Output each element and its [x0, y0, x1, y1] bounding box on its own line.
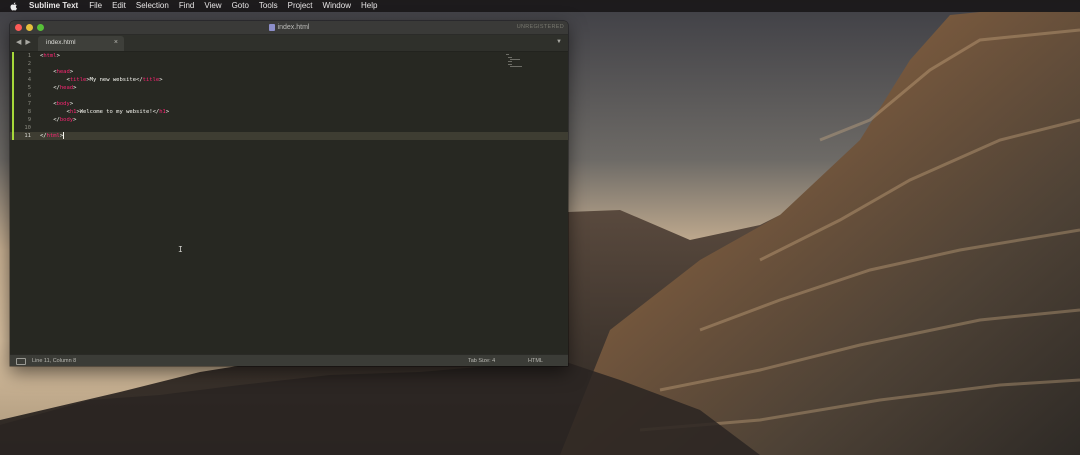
menu-tools[interactable]: Tools [259, 0, 278, 12]
modified-line-marker [12, 132, 14, 140]
window-titlebar[interactable]: index.html UNREGISTERED [10, 21, 568, 35]
editor-window: index.html UNREGISTERED ◀ ▶ index.html ×… [10, 21, 568, 366]
unregistered-label: UNREGISTERED [516, 24, 564, 30]
syntax-selector[interactable]: HTML [528, 355, 543, 366]
modified-line-marker [12, 124, 14, 132]
status-bar: Line 11, Column 8 Tab Size: 4 HTML [10, 354, 568, 366]
code-line[interactable]: <body> [40, 100, 169, 108]
tab-menu-chevron-down-icon[interactable]: ▼ [556, 39, 562, 45]
line-number: 4 [10, 76, 36, 84]
code-line[interactable]: <html> [40, 52, 169, 60]
modified-line-marker [12, 84, 14, 92]
code-line[interactable]: <head> [40, 68, 169, 76]
code-area[interactable]: <html> <head> <title>My new website</tit… [40, 52, 169, 140]
tab-bar: ◀ ▶ index.html × ▼ [10, 35, 568, 52]
line-number: 3 [10, 68, 36, 76]
menu-window[interactable]: Window [323, 0, 351, 12]
menu-find[interactable]: Find [179, 0, 195, 12]
code-line[interactable]: </body> [40, 116, 169, 124]
modified-line-marker [12, 92, 14, 100]
line-number: 1 [10, 52, 36, 60]
tab-nav-arrows-icon[interactable]: ◀ ▶ [16, 38, 32, 46]
window-title: index.html [277, 24, 310, 31]
app-name-menu[interactable]: Sublime Text [29, 0, 78, 12]
modified-line-marker [12, 116, 14, 124]
modified-line-marker [12, 52, 14, 60]
code-line[interactable] [40, 92, 169, 100]
text-caret [63, 132, 64, 139]
line-number: 7 [10, 100, 36, 108]
line-number: 9 [10, 116, 36, 124]
code-line[interactable] [40, 124, 169, 132]
menu-selection[interactable]: Selection [136, 0, 169, 12]
modified-line-marker [12, 68, 14, 76]
line-number: 2 [10, 60, 36, 68]
cursor-position: Line 11, Column 8 [32, 358, 77, 364]
line-number-gutter: 1 2 3 4 5 6 7 8 9 10 11 [10, 52, 36, 354]
menu-goto[interactable]: Goto [232, 0, 249, 12]
modified-line-marker [12, 60, 14, 68]
menu-help[interactable]: Help [361, 0, 377, 12]
tab-index-html[interactable]: index.html × [38, 36, 124, 51]
modified-line-marker [12, 100, 14, 108]
window-title-container: index.html [10, 21, 568, 34]
menu-project[interactable]: Project [288, 0, 313, 12]
minimap[interactable] [506, 54, 528, 68]
modified-line-marker [12, 108, 14, 116]
panel-toggle-icon[interactable] [16, 358, 26, 365]
menu-view[interactable]: View [204, 0, 221, 12]
tab-close-icon[interactable]: × [114, 39, 118, 46]
line-number: 5 [10, 84, 36, 92]
code-line[interactable]: </head> [40, 84, 169, 92]
line-number: 6 [10, 92, 36, 100]
tab-label: index.html [46, 39, 76, 46]
code-line[interactable]: <title>My new website</title> [40, 76, 169, 84]
line-number: 10 [10, 124, 36, 132]
menu-bar: Sublime Text File Edit Selection Find Vi… [0, 0, 1080, 12]
menu-edit[interactable]: Edit [112, 0, 126, 12]
menu-file[interactable]: File [89, 0, 102, 12]
file-icon [268, 24, 275, 31]
line-number: 8 [10, 108, 36, 116]
code-line[interactable]: <h1>Welcome to my website!</h1> [40, 108, 169, 116]
code-editor[interactable]: 1 2 3 4 5 6 7 8 9 10 11 <html> <head> <title>My ne… [10, 52, 568, 354]
line-number: 11 [10, 132, 36, 140]
text-cursor-ibeam-icon: I [178, 245, 183, 254]
code-line[interactable]: </html> [40, 132, 169, 140]
tab-size-selector[interactable]: Tab Size: 4 [468, 355, 495, 366]
code-line[interactable] [40, 60, 169, 68]
modified-line-marker [12, 76, 14, 84]
apple-icon[interactable] [10, 0, 20, 12]
